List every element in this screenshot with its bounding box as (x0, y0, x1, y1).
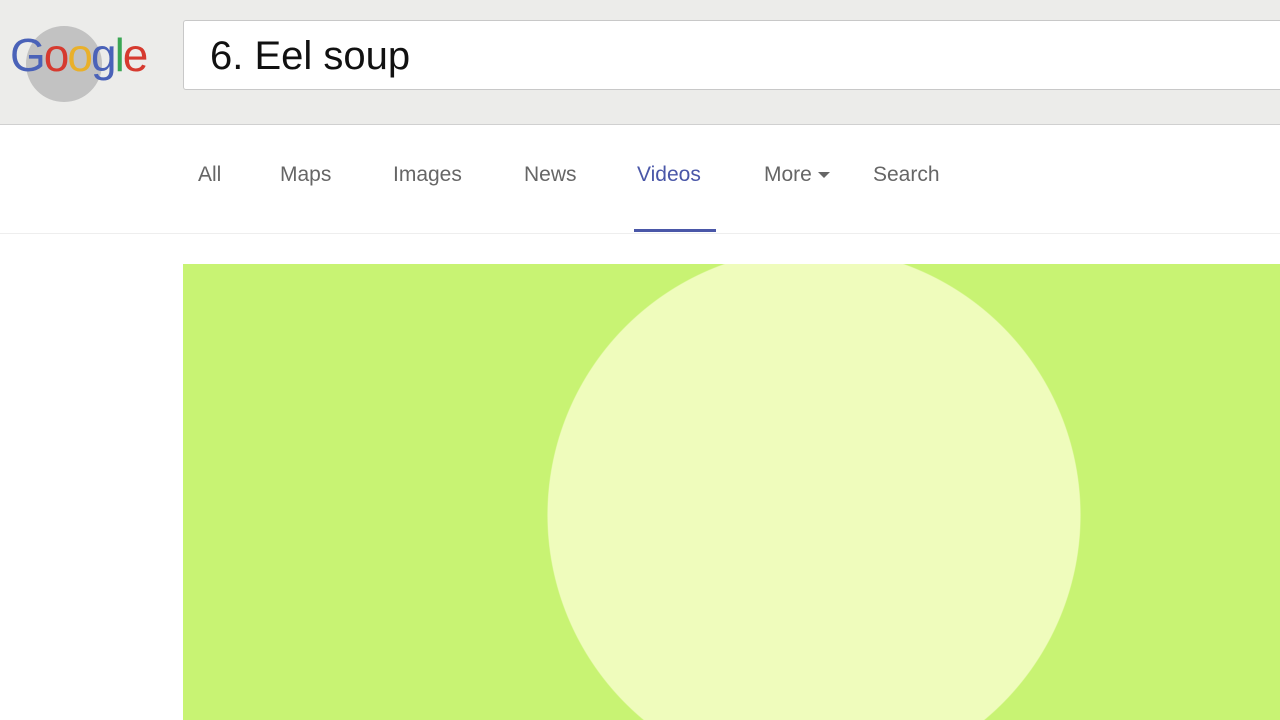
tab-all[interactable]: All (198, 163, 221, 187)
logo-letter: e (122, 29, 149, 81)
video-thumbnail[interactable] (183, 264, 1280, 720)
logo-letter: g (90, 29, 117, 81)
logo-letter: o (43, 29, 70, 81)
tab-news[interactable]: News (524, 163, 577, 187)
logo-letter: l (114, 29, 125, 81)
tab-more-label: More (764, 163, 812, 186)
logo-letter: o (67, 29, 93, 81)
tab-maps[interactable]: Maps (280, 163, 331, 187)
google-logo[interactable]: Google (10, 26, 149, 102)
caret-down-icon (817, 172, 830, 179)
tab-images[interactable]: Images (393, 163, 462, 187)
circle-shape (183, 264, 1280, 720)
header: Google (0, 0, 1280, 125)
logo-letter: G (10, 29, 46, 81)
tab-videos[interactable]: Videos (637, 163, 701, 187)
search-tabs: All Maps Images News Videos More Search (0, 125, 1280, 234)
tab-more[interactable]: More (764, 163, 830, 187)
search-input[interactable] (210, 33, 1210, 79)
active-tab-indicator (634, 229, 716, 232)
tab-search-tools[interactable]: Search (873, 163, 940, 187)
search-box[interactable] (183, 20, 1280, 90)
